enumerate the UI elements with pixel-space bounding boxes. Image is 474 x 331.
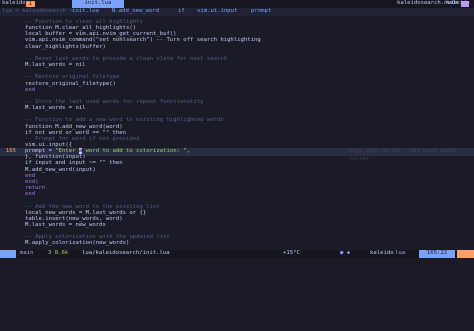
mode-indicator (0, 250, 16, 258)
statusline: main 3 8.6k lua/kaleidosearch/init.lua +… (0, 250, 474, 258)
code-line[interactable]: clear_highlights(buffer) (25, 44, 106, 51)
status-file-path: lua/kaleidosearch/init.lua (82, 250, 170, 256)
code-line[interactable]: M.last_words = nil (25, 62, 86, 69)
breadcrumb-symbol-call[interactable]: vim.ui.input (197, 8, 237, 15)
code-line[interactable]: M.apply_colorization(new_words) (25, 240, 129, 247)
git-blame-virtual-text: Rey, 2025-05-23 · add word under cursor (349, 148, 457, 162)
breadcrumb-file[interactable]: init.lua (72, 8, 99, 15)
tab-init-lua[interactable]: init.lua (72, 0, 124, 8)
breadcrumb: lua > kaleidosearch > init.lua N.add_new… (0, 8, 474, 16)
code-line[interactable]: restore_original_filetype() (25, 81, 116, 88)
line-number: 165 (5, 148, 16, 155)
status-directory: kaleido (370, 250, 394, 256)
weather-widget: +15°C (283, 250, 300, 256)
code-line[interactable]: end (25, 87, 35, 94)
breadcrumb-symbol-function[interactable]: N.add_new_word (112, 8, 159, 15)
command-line[interactable] (0, 258, 474, 266)
git-diff-stats: 3 8.6k (48, 250, 69, 256)
code-line[interactable]: M.last_words = new_words (25, 222, 106, 229)
tabline: kaleido 1 init.lua kaleidosearch.nvim ka… (0, 0, 474, 8)
status-end-cap (457, 250, 474, 258)
breadcrumb-symbol-prompt[interactable]: prompt (251, 8, 271, 15)
session-indicator-icon (461, 1, 469, 7)
status-icons: ● ◆ (340, 250, 351, 256)
breadcrumb-symbol-if[interactable]: if (178, 8, 185, 15)
code-line[interactable]: M.last_words = nil (25, 105, 86, 112)
breadcrumb-path[interactable]: lua > kaleidosearch > (2, 8, 76, 15)
git-branch: main (20, 250, 34, 256)
filetype-indicator: lua (395, 250, 406, 256)
cursor-position: 165:22 (419, 250, 455, 258)
tab-count-badge: 1 (26, 1, 35, 7)
tab-app-name[interactable]: kaleido (2, 0, 26, 7)
code-line[interactable]: M.add_new_word(input) (25, 167, 96, 174)
code-line[interactable]: end (25, 191, 35, 198)
